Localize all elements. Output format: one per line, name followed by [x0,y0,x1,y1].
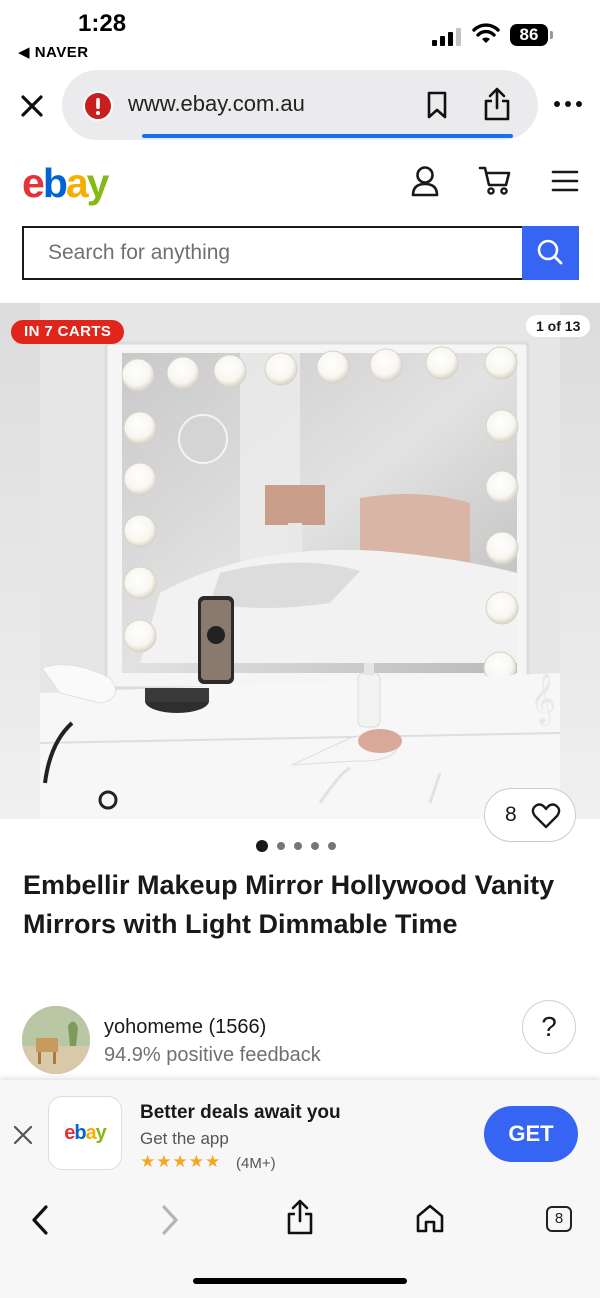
search-icon [537,239,563,265]
page-load-progress [142,134,513,138]
more-options-icon[interactable] [552,92,584,116]
search-button[interactable] [522,226,579,280]
watch-count: 8 [505,803,517,826]
pagination-dot[interactable] [311,842,319,850]
pagination-dot[interactable] [277,842,285,850]
battery-level: 86 [510,24,548,46]
ebay-logo[interactable]: ebay [22,160,110,207]
logo-letter: b [42,160,68,206]
tabs-count-icon[interactable]: 8 [546,1206,572,1232]
image-counter: 1 of 13 [526,315,591,337]
share-icon[interactable] [482,86,512,122]
pagination-dot[interactable] [328,842,336,850]
account-icon[interactable] [410,165,440,197]
address-bar[interactable]: www.ebay.com.au [62,70,538,140]
heart-icon [531,803,561,829]
logo-letter: y [86,160,110,206]
watchlist-button[interactable]: 8 [484,788,576,842]
seller-name[interactable]: yohomeme (1566) [104,1016,266,1039]
help-button[interactable]: ? [522,1000,576,1054]
app-icon-letter: e [64,1122,75,1144]
banner-subtitle: Get the app [140,1129,229,1148]
ebay-app-icon: ebay [48,1096,122,1170]
battery-icon: 86 [510,24,556,48]
rating-stars-icon: ★★★★★ [140,1152,222,1171]
image-pagination-dots[interactable] [256,840,336,852]
cart-icon[interactable] [478,163,512,197]
back-arrow-icon[interactable] [26,1202,54,1238]
home-indicator [193,1278,407,1284]
forward-arrow-icon[interactable] [156,1202,184,1238]
security-warning-icon [83,91,113,121]
seller-avatar[interactable] [22,1006,90,1074]
logo-letter: a [65,160,89,206]
dismiss-banner-icon[interactable] [12,1124,34,1146]
search-bar [22,226,522,280]
wifi-icon [472,23,500,43]
pagination-dot[interactable] [256,840,268,852]
close-icon[interactable] [16,90,48,122]
status-time: 1:28 [78,10,127,37]
product-image[interactable]: 𝄞 [0,303,600,819]
share-icon[interactable] [285,1198,315,1236]
menu-icon[interactable] [550,168,580,194]
seller-feedback: 94.9% positive feedback [104,1044,321,1066]
get-app-button[interactable]: GET [484,1106,578,1162]
search-input[interactable] [24,228,508,278]
url-text: www.ebay.com.au [128,91,305,116]
in-carts-badge: IN 7 CARTS [11,320,125,344]
rating-count: (4M+) [236,1155,276,1172]
browser-toolbar: 8 [0,1188,600,1298]
svg-text:𝄞: 𝄞 [530,673,556,726]
home-icon[interactable] [414,1202,446,1234]
vanity-mirror-photo: 𝄞 [0,303,600,819]
app-icon-letter: a [85,1122,97,1144]
cellular-signal-icon [432,28,461,46]
banner-title: Better deals await you [140,1102,341,1123]
seller-avatar-image [22,1006,90,1074]
product-title: Embellir Makeup Mirror Hollywood Vanity … [23,870,555,939]
logo-letter: e [22,160,45,206]
app-download-banner: ebay Better deals await you Get the app … [0,1080,600,1188]
back-to-app-link[interactable]: ◀ NAVER [18,43,89,61]
app-icon-letter: y [95,1122,107,1144]
bookmark-icon[interactable] [424,90,450,120]
pagination-dot[interactable] [294,842,302,850]
app-icon-letter: b [74,1122,86,1144]
